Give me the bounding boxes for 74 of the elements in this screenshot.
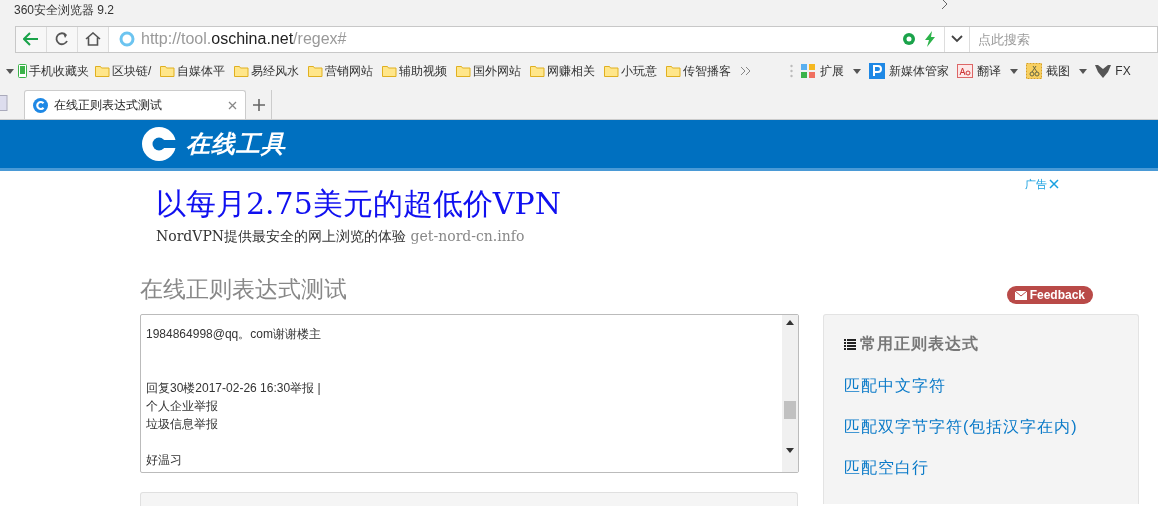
- extension-button[interactable]: 截图: [1026, 62, 1071, 80]
- sidebar-link[interactable]: 匹配双字节字符(包括汉字在内): [844, 418, 1078, 435]
- chevron-right-icon[interactable]: [940, 0, 948, 10]
- sidebar-link[interactable]: 匹配空白行: [844, 459, 929, 476]
- folder-icon: [382, 65, 398, 77]
- folder-icon: [456, 65, 472, 77]
- p-logo-icon: [869, 63, 886, 79]
- caret-down-icon[interactable]: [1079, 68, 1088, 74]
- site-logo-icon: [33, 97, 48, 113]
- url-text[interactable]: http://tool.oschina.net/regex#: [141, 27, 347, 51]
- bookmark-item[interactable]: 国外网站: [456, 62, 522, 80]
- scrollbar-thumb[interactable]: [784, 401, 796, 419]
- sidebar-toggle-icon[interactable]: [0, 95, 8, 111]
- bookmark-item[interactable]: 小玩意: [604, 62, 658, 80]
- browser-tab[interactable]: 在线正则表达式测试: [24, 90, 246, 119]
- globe-icon: [119, 31, 135, 47]
- scrollbar[interactable]: [782, 315, 798, 472]
- shutter-icon[interactable]: [902, 32, 916, 46]
- dictionary-icon: [957, 64, 974, 78]
- window-title: 360安全浏览器 9.2: [14, 2, 115, 19]
- lightning-icon[interactable]: [924, 31, 936, 47]
- sidebar-title: 常用正则表达式: [860, 334, 979, 354]
- list-icon: [844, 338, 856, 350]
- bookmark-item[interactable]: 自媒体平: [160, 62, 226, 80]
- bookmark-item[interactable]: 网赚相关: [530, 62, 596, 80]
- close-icon[interactable]: [228, 100, 237, 110]
- plus-icon: [252, 98, 265, 111]
- caret-down-icon[interactable]: [6, 68, 14, 74]
- regex-text-area[interactable]: 1984864998@qq。com谢谢楼主 回复30楼2017-02-26 16:30举报 | 个人企业举报 垃圾信息举报 好温习: [140, 314, 799, 473]
- bookmark-item[interactable]: 区块链/: [95, 62, 152, 80]
- extension-button[interactable]: 扩展: [801, 62, 845, 80]
- back-arrow-icon: [23, 32, 39, 46]
- site-name[interactable]: 在线工具: [186, 126, 286, 162]
- search-field[interactable]: 点此搜索: [969, 26, 1157, 52]
- page-title: 在线正则表达式测试: [140, 275, 348, 304]
- bookmark-item[interactable]: 辅助视频: [382, 62, 448, 80]
- sidebar-link[interactable]: 匹配中文字符: [844, 377, 946, 394]
- ad-domain[interactable]: get-nord-cn.info: [410, 228, 525, 244]
- extension-button[interactable]: 新媒体管家: [869, 62, 950, 80]
- scissors-icon: [1026, 63, 1043, 79]
- double-chevron-icon[interactable]: [740, 66, 753, 76]
- folder-icon: [95, 65, 110, 77]
- folder-icon: [604, 65, 620, 77]
- folder-icon: [530, 65, 546, 77]
- folder-icon: [666, 65, 682, 77]
- folder-icon: [308, 65, 324, 77]
- caret-down-icon[interactable]: [1010, 68, 1019, 74]
- scroll-up-icon[interactable]: [786, 320, 794, 325]
- ad-headline[interactable]: 以每月2.75美元的超低价VPN: [156, 185, 800, 223]
- extension-button[interactable]: FX: [1095, 62, 1131, 80]
- extension-button[interactable]: 翻译: [957, 62, 1002, 80]
- shield-icon: [1095, 64, 1112, 78]
- bookmark-item[interactable]: 易经风水: [234, 62, 300, 80]
- envelope-icon: [1014, 290, 1027, 300]
- home-icon: [85, 32, 101, 46]
- feedback-button[interactable]: Feedback: [1006, 286, 1093, 304]
- phone-icon: [18, 64, 27, 78]
- scroll-down-icon[interactable]: [786, 448, 794, 453]
- bookmark-item[interactable]: 营销网站: [308, 62, 374, 80]
- bookmark-item[interactable]: 手机收藏夹: [18, 62, 89, 80]
- folder-icon: [234, 65, 250, 77]
- close-icon[interactable]: [1049, 179, 1059, 189]
- ad-text[interactable]: NordVPN提供最安全的网上浏览的体验: [156, 228, 407, 244]
- chevron-down-icon: [951, 35, 963, 43]
- caret-down-icon[interactable]: [853, 68, 862, 74]
- reload-button[interactable]: [47, 26, 78, 52]
- back-button[interactable]: [16, 26, 47, 52]
- reload-icon: [55, 32, 69, 46]
- home-button[interactable]: [78, 26, 109, 52]
- bookmark-item[interactable]: 传智播客: [666, 62, 732, 80]
- tab-title: 在线正则表达式测试: [54, 97, 163, 114]
- drag-handle-icon: [790, 64, 794, 78]
- folder-icon: [160, 65, 176, 77]
- grid-icon: [801, 63, 817, 79]
